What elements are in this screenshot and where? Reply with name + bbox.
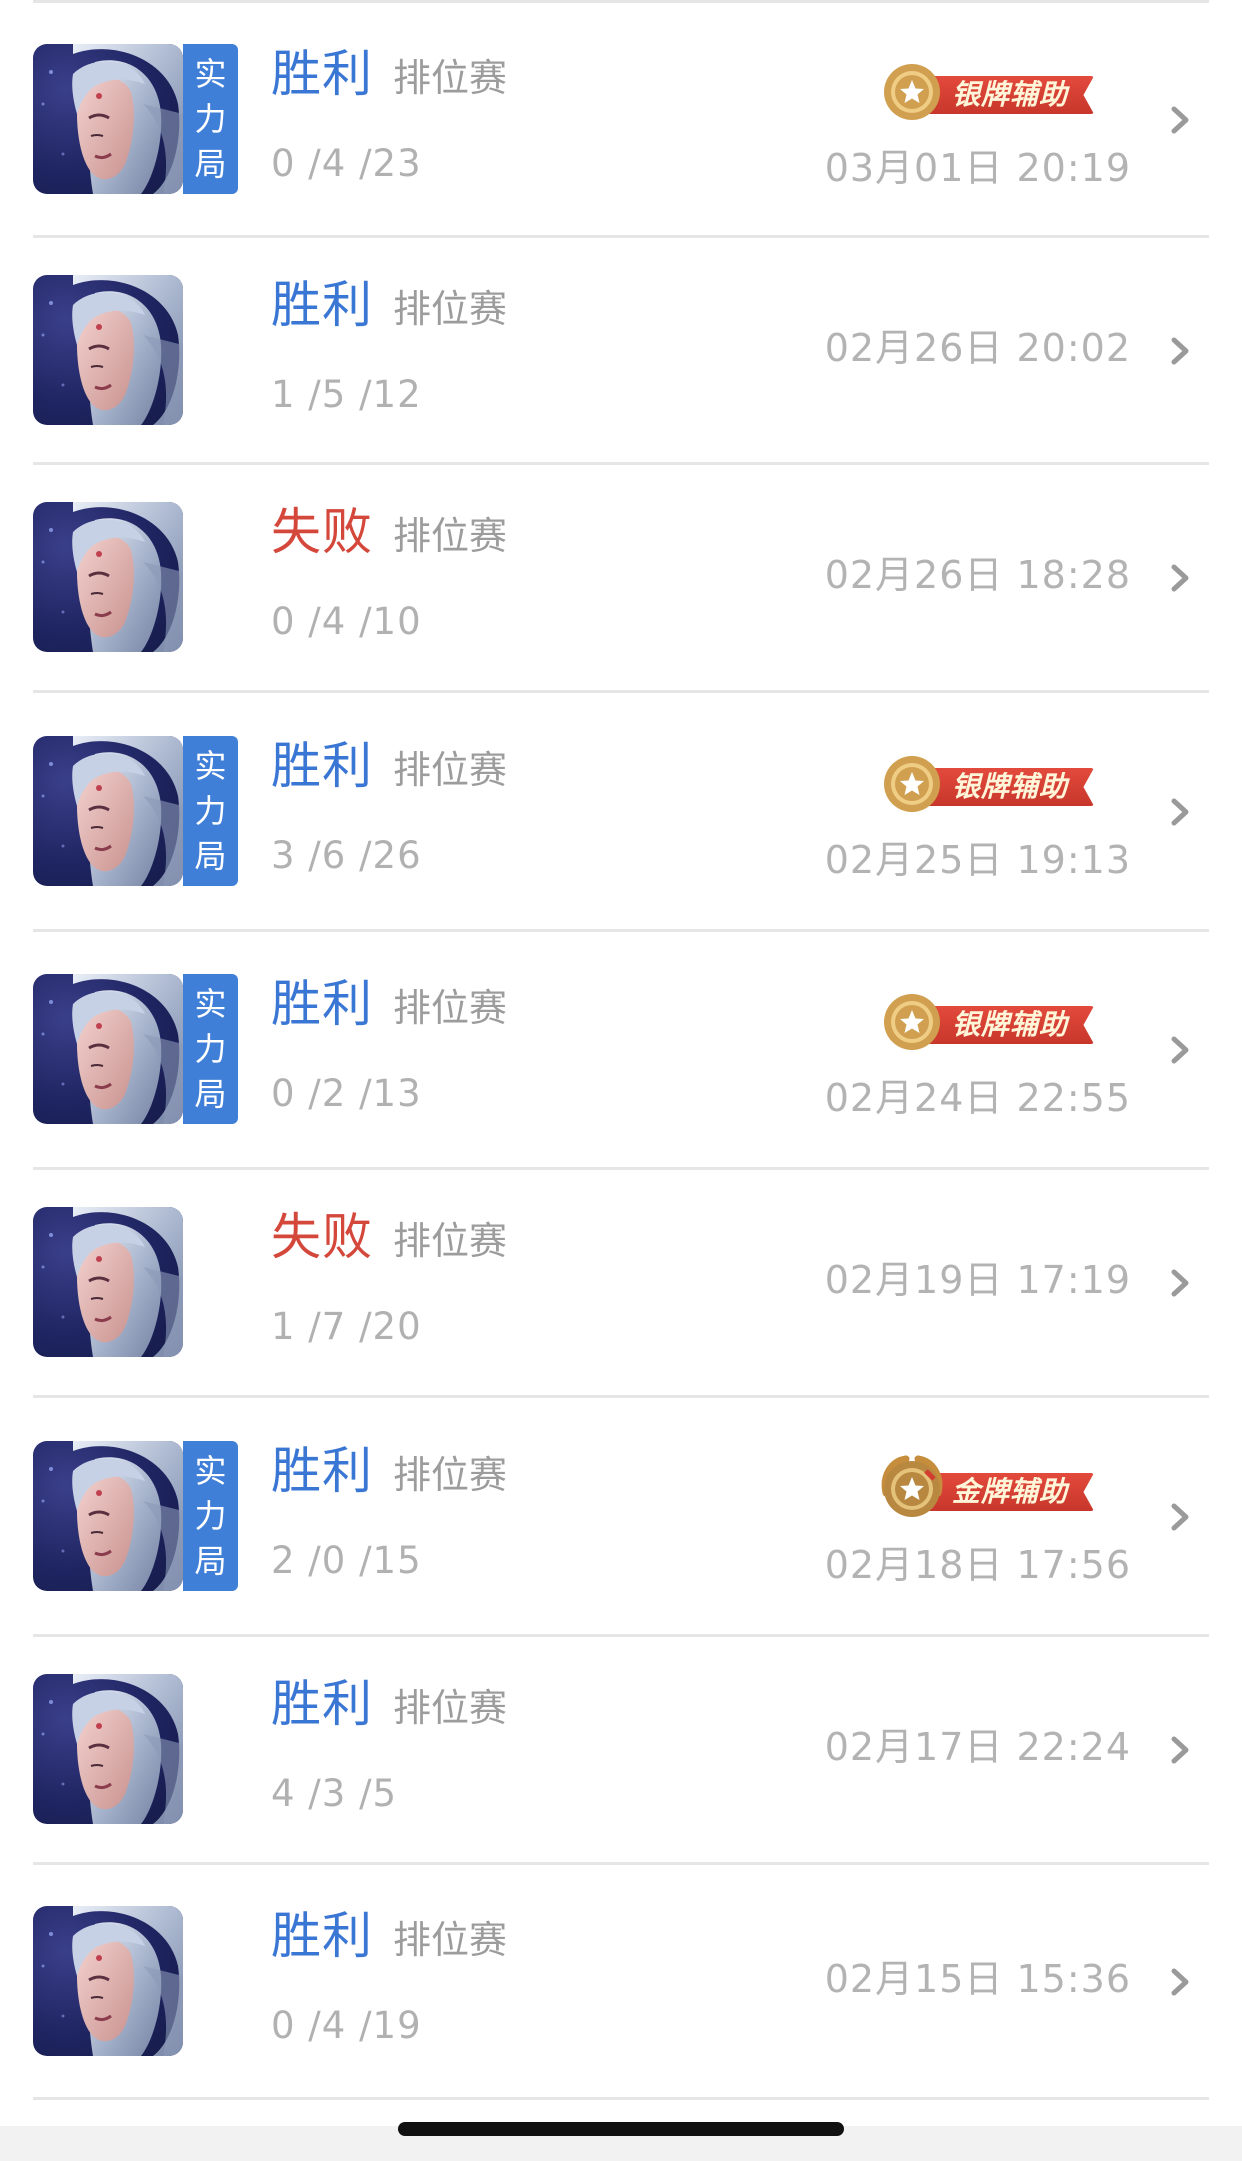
- match-result: 胜利: [271, 45, 373, 103]
- match-time: 02月24日 22:55: [824, 1076, 1131, 1120]
- medal-icon: [876, 748, 948, 820]
- home-indicator: [398, 2122, 844, 2136]
- match-result: 失败: [271, 1208, 373, 1266]
- match-row[interactable]: 胜利 排位赛 4 /3 /5 02月17日 22:24: [0, 1637, 1242, 1865]
- kda-stats: 3 /6 /26: [271, 834, 422, 877]
- ranked-strength-tag: 实 力 局: [183, 736, 238, 886]
- performance-badge: 银牌辅助: [876, 748, 1098, 820]
- chevron-right-icon[interactable]: [1168, 1035, 1194, 1065]
- match-mode: 排位赛: [393, 287, 508, 331]
- match-time: 02月26日 20:02: [824, 326, 1131, 370]
- match-mode: 排位赛: [393, 1453, 508, 1497]
- kda-stats: 0 /4 /10: [271, 600, 422, 643]
- match-time: 02月18日 17:56: [824, 1543, 1131, 1587]
- kda-stats: 1 /5 /12: [271, 373, 422, 416]
- match-time: 02月26日 18:28: [824, 553, 1131, 597]
- kda-stats: 4 /3 /5: [271, 1772, 398, 1815]
- badge-label: 银牌辅助: [952, 78, 1069, 111]
- match-mode: 排位赛: [393, 1219, 508, 1263]
- badge-label: 银牌辅助: [952, 770, 1069, 803]
- chevron-right-icon[interactable]: [1168, 1268, 1194, 1298]
- match-result: 胜利: [271, 1675, 373, 1733]
- hero-avatar: [33, 44, 183, 194]
- kda-stats: 0 /2 /13: [271, 1072, 422, 1115]
- chevron-right-icon[interactable]: [1168, 1735, 1194, 1765]
- match-mode: 排位赛: [393, 56, 508, 100]
- ranked-strength-tag: 实 力 局: [183, 974, 238, 1124]
- match-row[interactable]: 失败 排位赛 1 /7 /20 02月19日 17:19: [0, 1170, 1242, 1398]
- match-time: 02月15日 15:36: [824, 1957, 1131, 2001]
- tag-char: 力: [194, 99, 227, 138]
- match-row[interactable]: 实 力 局 胜利 排位赛 2 /0 /15 金牌辅助 02月18日 17:56: [0, 1398, 1242, 1637]
- hero-avatar: [33, 1441, 183, 1591]
- match-mode: 排位赛: [393, 1686, 508, 1730]
- tag-char: 力: [194, 1029, 227, 1068]
- chevron-right-icon[interactable]: [1168, 797, 1194, 827]
- tag-char: 局: [194, 1541, 227, 1580]
- tag-char: 实: [194, 55, 227, 94]
- hero-avatar: [33, 275, 183, 425]
- kda-stats: 0 /4 /23: [271, 142, 422, 185]
- tag-char: 局: [194, 836, 227, 875]
- match-mode: 排位赛: [393, 748, 508, 792]
- chevron-right-icon[interactable]: [1168, 563, 1194, 593]
- match-result: 胜利: [271, 1442, 373, 1500]
- tag-char: 力: [194, 791, 227, 830]
- match-time: 02月25日 19:13: [824, 838, 1131, 882]
- hero-avatar: [33, 974, 183, 1124]
- medal-icon: [876, 1453, 948, 1525]
- match-time: 02月19日 17:19: [824, 1258, 1131, 1302]
- match-row[interactable]: 实 力 局 胜利 排位赛 0 /4 /23 银牌辅助 03月01日 20:19: [0, 3, 1242, 238]
- match-time: 03月01日 20:19: [824, 146, 1131, 190]
- match-row[interactable]: 实 力 局 胜利 排位赛 3 /6 /26 银牌辅助 02月25日 19:13: [0, 693, 1242, 932]
- match-result: 胜利: [271, 276, 373, 334]
- match-mode: 排位赛: [393, 514, 508, 558]
- match-result: 胜利: [271, 975, 373, 1033]
- hero-avatar: [33, 1207, 183, 1357]
- tag-char: 力: [194, 1496, 227, 1535]
- medal-icon: [876, 986, 948, 1058]
- tag-char: 局: [194, 1074, 227, 1113]
- chevron-right-icon[interactable]: [1168, 1967, 1194, 1997]
- match-mode: 排位赛: [393, 1918, 508, 1962]
- performance-badge: 银牌辅助: [876, 56, 1098, 128]
- kda-stats: 0 /4 /19: [271, 2004, 422, 2047]
- match-row[interactable]: 胜利 排位赛 1 /5 /12 02月26日 20:02: [0, 238, 1242, 465]
- row-divider: [33, 2097, 1209, 2100]
- tag-char: 实: [194, 1452, 227, 1491]
- match-mode: 排位赛: [393, 986, 508, 1030]
- kda-stats: 2 /0 /15: [271, 1539, 422, 1582]
- badge-label: 银牌辅助: [952, 1008, 1069, 1041]
- chevron-right-icon[interactable]: [1168, 105, 1194, 135]
- tag-char: 实: [194, 985, 227, 1024]
- hero-avatar: [33, 502, 183, 652]
- performance-badge: 银牌辅助: [876, 986, 1098, 1058]
- ranked-strength-tag: 实 力 局: [183, 1441, 238, 1591]
- chevron-right-icon[interactable]: [1168, 336, 1194, 366]
- badge-label: 金牌辅助: [952, 1475, 1069, 1508]
- chevron-right-icon[interactable]: [1168, 1502, 1194, 1532]
- hero-avatar: [33, 1906, 183, 2056]
- performance-badge: 金牌辅助: [876, 1453, 1098, 1525]
- match-time: 02月17日 22:24: [824, 1725, 1131, 1769]
- match-result: 胜利: [271, 737, 373, 795]
- medal-icon: [876, 56, 948, 128]
- hero-avatar: [33, 736, 183, 886]
- tag-char: 局: [194, 144, 227, 183]
- kda-stats: 1 /7 /20: [271, 1305, 422, 1348]
- match-row[interactable]: 胜利 排位赛 0 /4 /19 02月15日 15:36: [0, 1865, 1242, 2100]
- tag-char: 实: [194, 747, 227, 786]
- match-row[interactable]: 失败 排位赛 0 /4 /10 02月26日 18:28: [0, 465, 1242, 693]
- hero-avatar: [33, 1674, 183, 1824]
- ranked-strength-tag: 实 力 局: [183, 44, 238, 194]
- match-row[interactable]: 实 力 局 胜利 排位赛 0 /2 /13 银牌辅助 02月24日 22:55: [0, 932, 1242, 1170]
- match-result: 失败: [271, 503, 373, 561]
- match-result: 胜利: [271, 1907, 373, 1965]
